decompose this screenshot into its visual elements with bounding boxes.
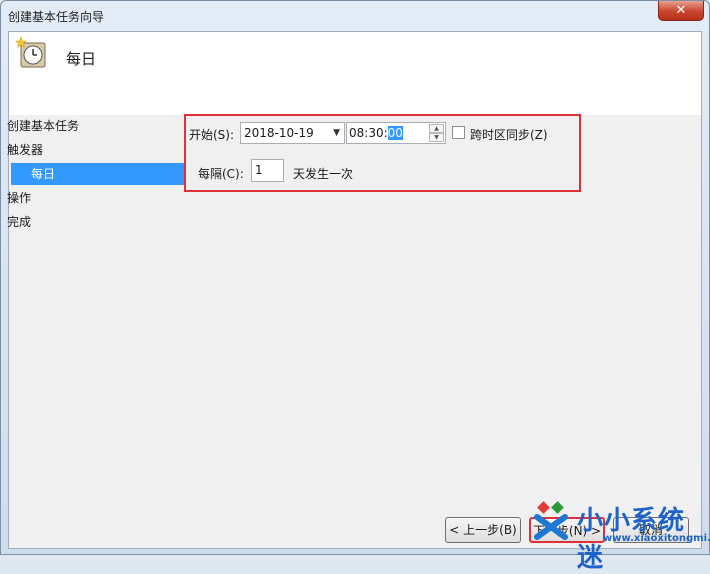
wizard-client-area: 每日 [8,31,702,549]
watermark-logo-icon [534,501,568,540]
spin-up-icon[interactable]: ▲ [429,124,444,133]
window-title: 创建基本任务向导 [8,10,105,24]
start-date-value: 2018-10-19 [244,126,314,140]
start-label: 开始(S): [189,128,235,142]
spin-down-icon[interactable]: ▼ [429,133,444,142]
clock-star-icon [15,36,46,68]
back-button-label: < 上一步(B) [449,523,517,537]
recur-label: 每隔(C): [198,167,244,181]
start-date-picker[interactable]: 2018-10-19 ▼ [240,122,345,144]
sidebar-item-daily[interactable]: 每日 [11,163,186,185]
sidebar-item-label: 每日 [31,167,56,181]
sidebar-item-action[interactable]: 操作 [7,189,31,206]
time-spinner[interactable]: ▲ ▼ [429,124,444,142]
start-time-value: 08:30: [349,126,388,140]
back-button[interactable]: < 上一步(B) [445,517,521,543]
recur-suffix-label: 天发生一次 [293,167,354,181]
wizard-window: 创建基本任务向导 ✕ 每日 创建基本任务 触发器 每日 操作 完成 开始(S):… [0,0,710,573]
page-title: 每日 [66,50,97,68]
recur-days-input[interactable]: 1 [251,159,284,182]
watermark-url: www.xiaoxitongmi.com [603,533,710,544]
sync-timezone-checkbox[interactable] [452,126,465,139]
chevron-down-icon[interactable]: ▼ [333,123,340,143]
recur-days-value: 1 [255,163,263,177]
sync-timezone-label[interactable]: 跨时区同步(Z) [470,126,548,143]
sidebar-item-create-basic-task[interactable]: 创建基本任务 [7,117,79,134]
site-watermark: 小小系统迷 www.xiaoxitongmi.com [531,499,710,573]
title-bar[interactable]: 创建基本任务向导 ✕ [1,1,709,31]
close-button[interactable]: ✕ [658,1,704,21]
sidebar-item-trigger[interactable]: 触发器 [7,141,43,158]
sidebar-item-finish[interactable]: 完成 [7,213,31,230]
close-icon: ✕ [675,3,687,18]
wizard-header: 每日 [9,32,701,115]
start-time-field[interactable]: 08:30:00 ▲ ▼ [346,122,446,144]
start-time-selected-seconds: 00 [387,126,403,140]
